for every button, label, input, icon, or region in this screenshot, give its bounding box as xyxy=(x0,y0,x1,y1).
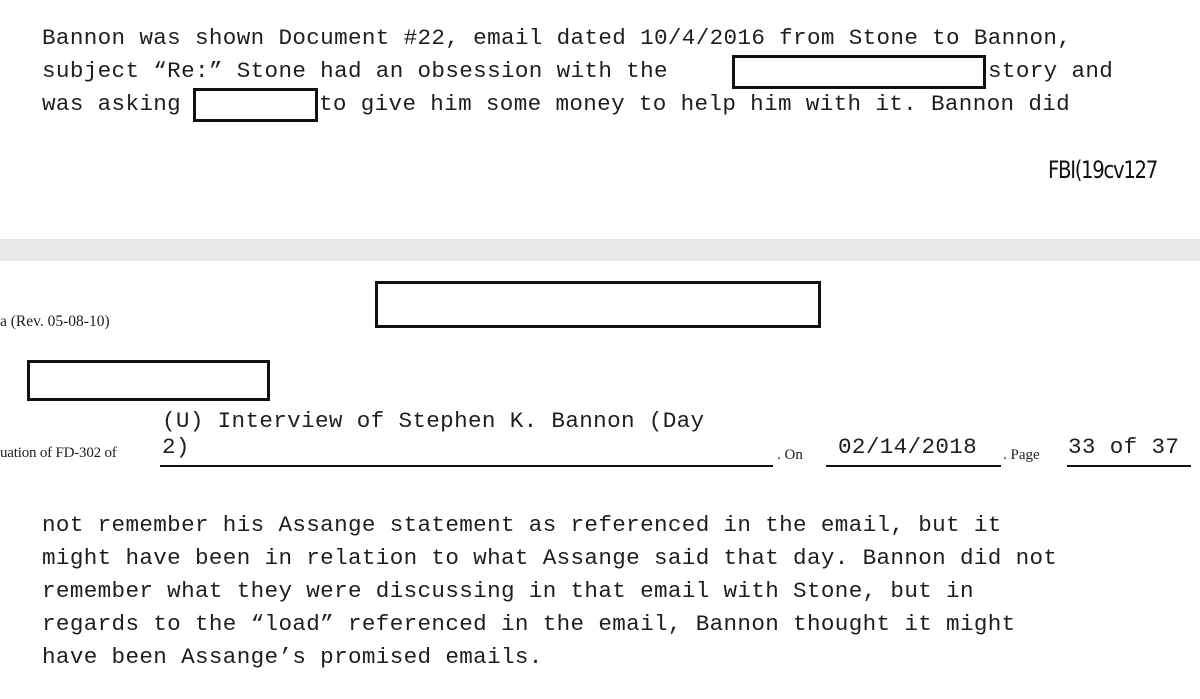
date-underline xyxy=(826,465,1001,467)
redaction-box xyxy=(732,55,986,89)
interview-date: 02/14/2018 xyxy=(838,434,978,460)
redaction-box xyxy=(375,281,821,328)
fd302-label: uation of FD-302 of xyxy=(0,445,117,461)
page-underline xyxy=(1067,465,1191,467)
redaction-box xyxy=(27,360,270,401)
interview-title-line-1: (U) Interview of Stephen K. Bannon (Day xyxy=(162,408,705,434)
body-line-3a: was asking xyxy=(42,91,182,117)
body-line: regards to the “load” referenced in the … xyxy=(42,611,1016,637)
body-line-1: Bannon was shown Document #22, email dat… xyxy=(42,25,1072,51)
interview-title-line-2: 2) xyxy=(162,434,190,460)
body-line: might have been in relation to what Assa… xyxy=(42,545,1058,571)
body-line: have been Assange’s promised emails. xyxy=(42,644,543,670)
form-revision: a (Rev. 05-08-10) xyxy=(0,313,110,330)
body-line-2b: story and xyxy=(988,58,1114,84)
body-line-3b: to give him some money to help him with … xyxy=(319,91,1071,117)
redaction-box xyxy=(193,88,318,122)
body-line-2a: subject “Re:” Stone had an obsession wit… xyxy=(42,58,668,84)
on-label: . On xyxy=(777,447,803,463)
bates-stamp: FBI(19cv127 xyxy=(1048,156,1158,184)
body-line: not remember his Assange statement as re… xyxy=(42,512,1002,538)
title-underline xyxy=(160,465,773,467)
body-line: remember what they were discussing in th… xyxy=(42,578,974,604)
page-separator xyxy=(0,239,1200,261)
page-label: . Page xyxy=(1003,447,1040,463)
page-number: 33 of 37 xyxy=(1068,434,1180,460)
